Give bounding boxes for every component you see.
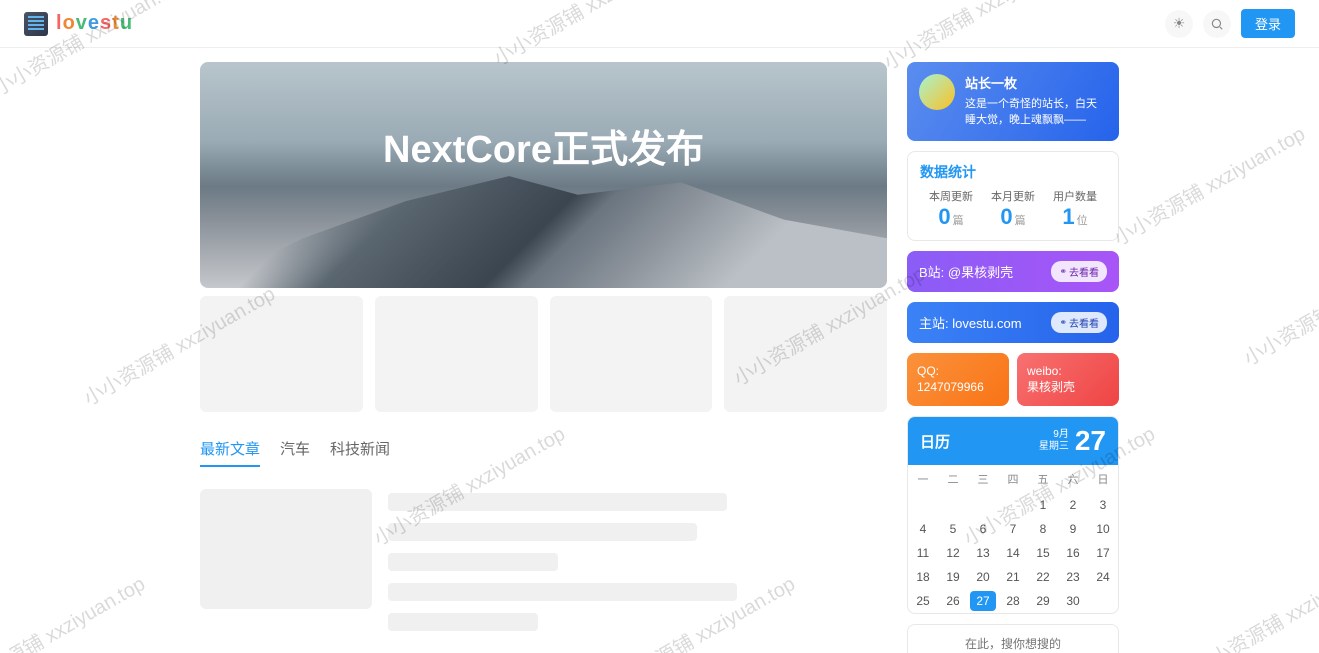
calendar-day[interactable]: 15 <box>1028 541 1058 565</box>
calendar-day[interactable]: 6 <box>968 517 998 541</box>
calendar-day[interactable]: 30 <box>1058 589 1088 613</box>
calendar-weekday-header: 日 <box>1088 465 1118 493</box>
calendar-day[interactable]: 10 <box>1088 517 1118 541</box>
go-button[interactable]: ⚭去看看 <box>1051 312 1107 333</box>
skeleton-line <box>388 493 727 511</box>
logo-icon <box>24 12 48 36</box>
calendar-weekday-header: 三 <box>968 465 998 493</box>
logo[interactable]: lovestu <box>24 12 133 36</box>
calendar-day <box>1088 589 1118 613</box>
login-button[interactable]: 登录 <box>1241 9 1295 38</box>
card-slot[interactable] <box>375 296 538 412</box>
calendar-day[interactable]: 11 <box>908 541 938 565</box>
calendar-title: 日历 <box>920 431 950 452</box>
calendar-day[interactable]: 13 <box>968 541 998 565</box>
owner-card: 站长一枚 这是一个奇怪的站长，白天睡大觉，晚上魂飘飘—— <box>907 62 1119 141</box>
calendar-day[interactable]: 7 <box>998 517 1028 541</box>
calendar-weekday-header: 六 <box>1058 465 1088 493</box>
calendar-day[interactable]: 24 <box>1088 565 1118 589</box>
stat-value: 0 <box>938 204 950 230</box>
calendar-day[interactable]: 3 <box>1088 493 1118 517</box>
search-icon[interactable] <box>1203 10 1231 38</box>
search-input[interactable] <box>908 625 1118 653</box>
header: lovestu ☀ 登录 <box>0 0 1319 48</box>
calendar-day <box>968 493 998 517</box>
calendar-day[interactable]: 26 <box>938 589 968 613</box>
calendar-day[interactable]: 17 <box>1088 541 1118 565</box>
calendar-day <box>938 493 968 517</box>
calendar-day[interactable]: 18 <box>908 565 938 589</box>
go-button[interactable]: ⚭去看看 <box>1051 261 1107 282</box>
tabs: 最新文章 汽车 科技新闻 <box>200 438 887 469</box>
calendar-weekday: 星期三 <box>1039 441 1069 453</box>
weibo-card[interactable]: weibo: 果核剥壳 <box>1017 353 1119 407</box>
stat-label: 用户数量 <box>1044 188 1106 204</box>
owner-name: 站长一枚 <box>965 74 1107 94</box>
skeleton-line <box>388 613 538 631</box>
calendar-day[interactable]: 14 <box>998 541 1028 565</box>
owner-desc: 这是一个奇怪的站长，白天睡大觉，晚上魂飘飘—— <box>965 96 1107 129</box>
hero-title: NextCore正式发布 <box>383 118 704 173</box>
calendar-day[interactable]: 1 <box>1028 493 1058 517</box>
calendar-day[interactable]: 4 <box>908 517 938 541</box>
card-slot[interactable] <box>724 296 887 412</box>
feed-item[interactable] <box>200 489 887 643</box>
stats-card: 数据统计 本周更新 0篇 本月更新 0篇 用户数量 1位 <box>907 151 1119 241</box>
skeleton-line <box>388 583 737 601</box>
calendar-day[interactable]: 28 <box>998 589 1028 613</box>
qq-card[interactable]: QQ: 1247079966 <box>907 353 1009 407</box>
calendar-weekday-header: 四 <box>998 465 1028 493</box>
calendar-day[interactable]: 20 <box>968 565 998 589</box>
logo-text: lovestu <box>56 12 133 35</box>
link-icon: ⚭ <box>1059 266 1067 277</box>
calendar-day[interactable]: 23 <box>1058 565 1088 589</box>
calendar-day[interactable]: 19 <box>938 565 968 589</box>
calendar-day[interactable]: 8 <box>1028 517 1058 541</box>
calendar-day <box>908 493 938 517</box>
calendar-day[interactable]: 22 <box>1028 565 1058 589</box>
card-slot[interactable] <box>200 296 363 412</box>
search-widget: 搜站内 搜全网 <box>907 624 1119 653</box>
skeleton-line <box>388 523 697 541</box>
calendar-day[interactable]: 12 <box>938 541 968 565</box>
calendar-day <box>998 493 1028 517</box>
calendar-weekday-header: 五 <box>1028 465 1058 493</box>
avatar[interactable] <box>919 74 955 110</box>
link-icon: ⚭ <box>1059 317 1067 328</box>
card-slot[interactable] <box>550 296 713 412</box>
tab-car[interactable]: 汽车 <box>280 438 310 467</box>
theme-toggle-icon[interactable]: ☀ <box>1165 10 1193 38</box>
calendar-day[interactable]: 9 <box>1058 517 1088 541</box>
calendar-day[interactable]: 29 <box>1028 589 1058 613</box>
calendar-day[interactable]: 25 <box>908 589 938 613</box>
stat-label: 本周更新 <box>920 188 982 204</box>
calendar-day[interactable]: 2 <box>1058 493 1088 517</box>
bilibili-link-card[interactable]: B站: @果核剥壳 ⚭去看看 <box>907 251 1119 292</box>
calendar-day[interactable]: 21 <box>998 565 1028 589</box>
calendar-day[interactable]: 27 <box>970 591 996 611</box>
calendar-today: 27 <box>1075 425 1106 457</box>
stat-label: 本月更新 <box>982 188 1044 204</box>
stat-value: 0 <box>1000 204 1012 230</box>
stat-value: 1 <box>1062 204 1074 230</box>
calendar-day[interactable]: 5 <box>938 517 968 541</box>
stats-title: 数据统计 <box>920 162 1106 182</box>
hero-banner[interactable]: NextCore正式发布 <box>200 62 887 288</box>
calendar-weekday-header: 一 <box>908 465 938 493</box>
calendar-day[interactable]: 16 <box>1058 541 1088 565</box>
skeleton-line <box>388 553 558 571</box>
calendar-weekday-header: 二 <box>938 465 968 493</box>
calendar-month: 9月 <box>1039 429 1069 441</box>
tab-tech[interactable]: 科技新闻 <box>330 438 390 467</box>
calendar-widget: 日历 9月 星期三 27 一二三四五六日12345678910111213141… <box>907 416 1119 614</box>
feed-thumbnail <box>200 489 372 609</box>
tab-latest[interactable]: 最新文章 <box>200 438 260 467</box>
mainsite-link-card[interactable]: 主站: lovestu.com ⚭去看看 <box>907 302 1119 343</box>
